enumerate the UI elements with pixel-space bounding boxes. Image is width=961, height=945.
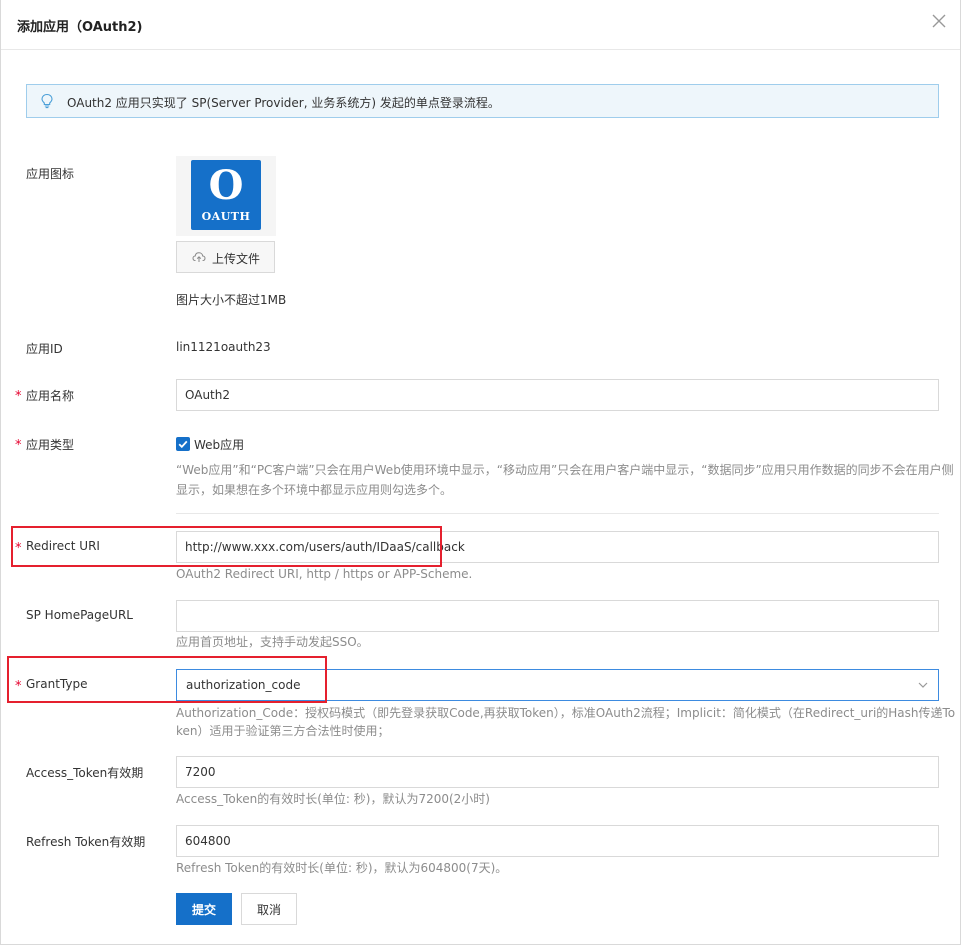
required-mark: * xyxy=(15,541,22,556)
chevron-down-icon xyxy=(917,679,929,691)
close-icon[interactable] xyxy=(930,12,948,30)
grant-type-label: GrantType xyxy=(26,677,88,691)
upload-file-label: 上传文件 xyxy=(212,252,261,266)
oauth-logo-icon: O OAUTH xyxy=(191,160,261,230)
sp-homepage-input[interactable] xyxy=(176,600,939,632)
app-id-label: 应用ID xyxy=(26,342,63,356)
section-divider xyxy=(176,513,939,514)
app-name-input[interactable] xyxy=(176,379,939,411)
dialog-title: 添加应用（OAuth2) xyxy=(17,20,143,35)
cloud-upload-icon xyxy=(192,251,206,263)
notice-text: OAuth2 应用只实现了 SP(Server Provider, 业务系统方)… xyxy=(67,96,500,110)
oauth-logo-text: OAUTH xyxy=(201,210,251,223)
app-type-help-line2: 显示，如果想在多个环境中都显示应用则勾选多个。 xyxy=(176,483,453,497)
app-icon-label: 应用图标 xyxy=(26,167,75,181)
cancel-button[interactable]: 取消 xyxy=(241,893,297,925)
web-app-checkbox-label: Web应用 xyxy=(194,438,245,452)
required-mark: * xyxy=(15,389,22,404)
app-type-help-line1: “Web应用”和“PC客户端”只会在用户Web使用环境中显示，“移动应用”只会在… xyxy=(176,463,954,477)
web-app-checkbox[interactable] xyxy=(176,437,190,451)
app-icon-preview: O OAUTH xyxy=(176,156,276,236)
grant-type-help-line2: ken）适用于验证第三方合法性时使用； xyxy=(176,724,390,738)
add-app-dialog: 添加应用（OAuth2) OAuth2 应用只实现了 SP(Server Pro… xyxy=(0,0,961,945)
sp-homepage-label: SP HomePageURL xyxy=(26,608,133,622)
redirect-uri-help: OAuth2 Redirect URI, http / https or APP… xyxy=(176,567,473,581)
redirect-uri-label: Redirect URI xyxy=(26,539,100,553)
required-mark: * xyxy=(15,438,22,453)
refresh-token-input[interactable] xyxy=(176,825,939,857)
lightbulb-icon xyxy=(40,93,54,109)
access-token-input[interactable] xyxy=(176,756,939,788)
app-id-value: lin1121oauth23 xyxy=(176,340,271,354)
grant-type-select[interactable]: authorization_code xyxy=(176,669,939,701)
oauth-logo-letter: O xyxy=(208,162,244,209)
access-token-label: Access_Token有效期 xyxy=(26,766,144,780)
app-type-label: 应用类型 xyxy=(26,438,75,452)
required-mark: * xyxy=(15,679,22,694)
app-name-label: 应用名称 xyxy=(26,389,75,403)
refresh-token-help: Refresh Token的有效时长(单位: 秒)，默认为604800(7天)。 xyxy=(176,861,508,875)
redirect-uri-input[interactable] xyxy=(176,531,939,563)
sp-homepage-help: 应用首页地址，支持手动发起SSO。 xyxy=(176,635,369,649)
grant-type-help-line1: Authorization_Code：授权码模式（即先登录获取Code,再获取T… xyxy=(176,706,956,720)
dialog-header: 添加应用（OAuth2) xyxy=(1,0,960,50)
grant-type-value: authorization_code xyxy=(186,678,301,692)
refresh-token-label: Refresh Token有效期 xyxy=(26,835,146,849)
submit-button[interactable]: 提交 xyxy=(176,893,232,925)
icon-size-help: 图片大小不超过1MB xyxy=(176,293,287,307)
info-notice: OAuth2 应用只实现了 SP(Server Provider, 业务系统方)… xyxy=(26,84,939,118)
access-token-help: Access_Token的有效时长(单位: 秒)，默认为7200(2小时) xyxy=(176,792,490,806)
upload-file-button[interactable]: 上传文件 xyxy=(176,241,275,273)
